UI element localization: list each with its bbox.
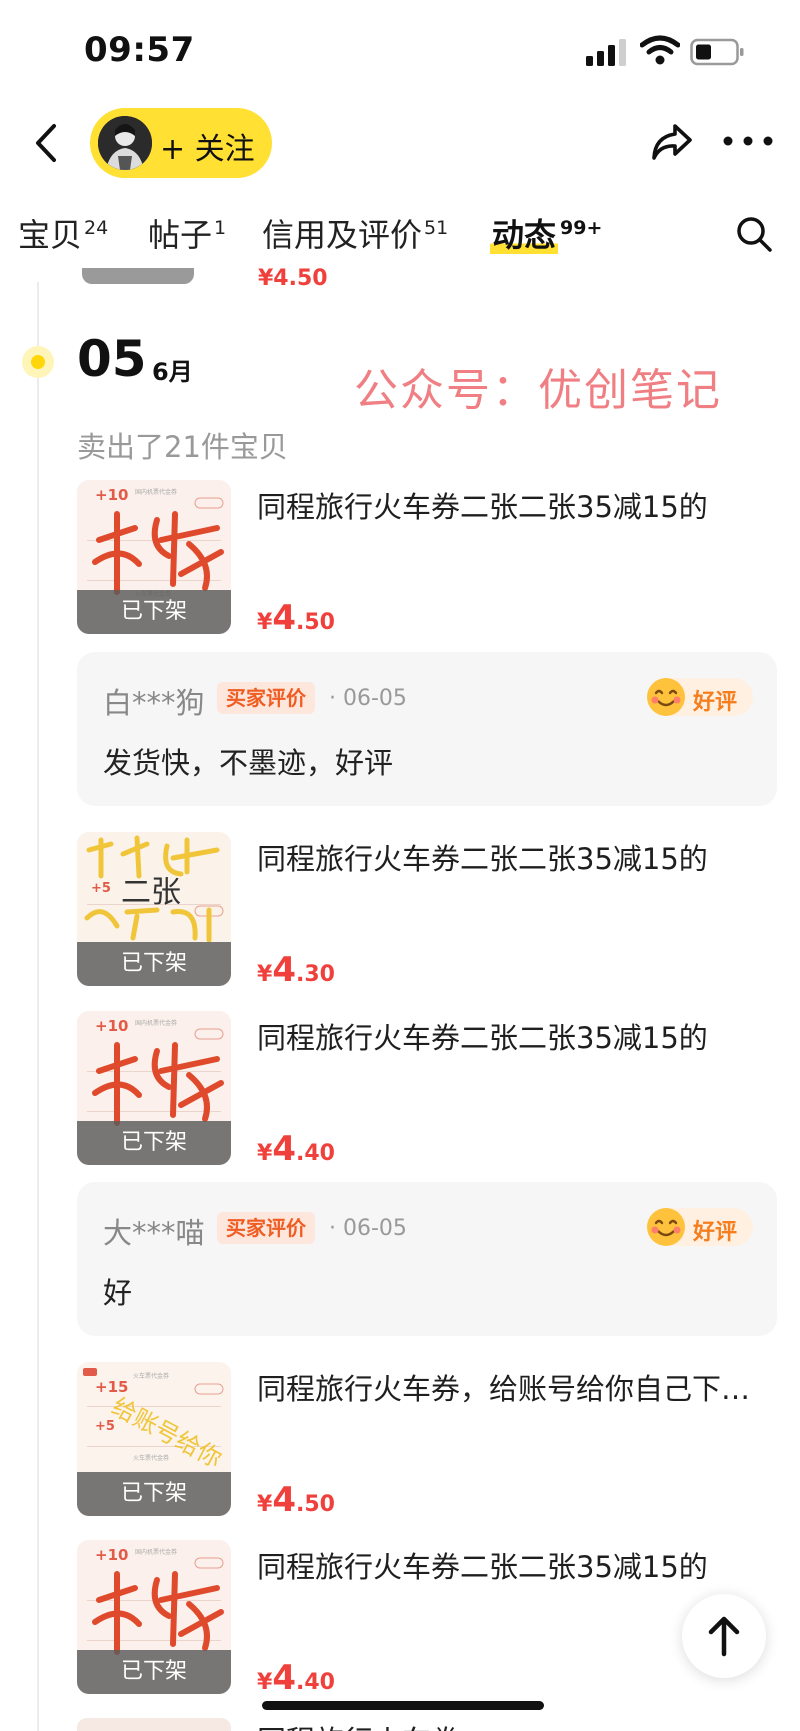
- product-item[interactable]: +10 国内机票代金券 已下架 同程旅行火车券二张二张35减15的 ¥4.40: [77, 1540, 767, 1698]
- product-item[interactable]: +15 火车票代金券 +5 火车票代金券 给账号给你 已下架 同程旅行火车券，给…: [77, 1362, 767, 1520]
- svg-text:+10: +10: [95, 1546, 128, 1564]
- product-price: ¥4.30: [257, 950, 335, 990]
- product-title: 同程旅行火车券二张二张35减15的: [257, 1550, 708, 1584]
- timeline-dot: [22, 346, 54, 378]
- product-item[interactable]: +10 国内机票代金券 火车票代金券 已下架 同程旅行火车券二张二张35减15的…: [77, 480, 767, 638]
- delisted-label: 已下架: [77, 942, 231, 986]
- review-date: · 06-05: [329, 686, 407, 711]
- product-item[interactable]: +10 国内机票代金券 已下架 同程旅行火车券二张二张35减15的 ¥4.40: [77, 1011, 767, 1169]
- previous-item-thumbnail[interactable]: [82, 268, 194, 284]
- svg-text:国内机票代金券: 国内机票代金券: [135, 1019, 177, 1027]
- tab-label: 动态: [490, 216, 559, 254]
- home-indicator[interactable]: [262, 1701, 544, 1710]
- smile-emoji-icon: [647, 1208, 685, 1246]
- svg-text:国内机票代金券: 国内机票代金券: [135, 488, 177, 496]
- tab-activity[interactable]: 动态 99+: [490, 210, 602, 256]
- tab-label: 信用及评价: [262, 216, 423, 254]
- avatar[interactable]: [98, 116, 152, 170]
- date-month: 6月: [152, 358, 193, 386]
- status-bar: 09:57: [0, 0, 800, 100]
- clock-time: 09:57: [84, 30, 195, 70]
- rating-badge: 好评: [647, 1208, 753, 1246]
- svg-text:+10: +10: [95, 1017, 128, 1035]
- cellular-signal-icon: [586, 39, 626, 66]
- follow-button[interactable]: + 关注: [90, 108, 272, 178]
- delisted-label: 已下架: [77, 1121, 231, 1165]
- product-price: ¥4.50: [257, 1480, 335, 1520]
- tab-items[interactable]: 宝贝 24: [18, 210, 108, 256]
- svg-text:二张: 二张: [121, 875, 181, 910]
- watermark-text: 公众号：优创笔记: [354, 365, 722, 416]
- back-to-top-button[interactable]: [682, 1594, 766, 1678]
- svg-text:火车票代金券: 火车票代金券: [133, 1454, 169, 1462]
- buyer-review-badge: 买家评价: [217, 1212, 315, 1244]
- more-icon[interactable]: [722, 126, 774, 156]
- svg-text:+5: +5: [91, 881, 111, 896]
- svg-text:国内机票代金券: 国内机票代金券: [135, 1548, 177, 1556]
- product-price: ¥4.40: [257, 1658, 335, 1698]
- share-icon[interactable]: [648, 118, 696, 166]
- profile-tabs: 宝贝 24 帖子 1 信用及评价 51 动态 99+: [0, 196, 800, 266]
- svg-text:火车票代金券: 火车票代金券: [133, 1372, 169, 1380]
- date-day: 05: [77, 330, 147, 388]
- tab-count: 1: [214, 217, 227, 239]
- rating-text: 好评: [693, 1220, 738, 1245]
- tab-label: 帖子: [148, 216, 213, 254]
- review-text: 发货快，不墨迹，好评: [103, 746, 394, 780]
- next-item-thumbnail[interactable]: [77, 1718, 231, 1731]
- product-title: 同程旅行火车券二张二张35减15的: [257, 842, 708, 876]
- rating-text: 好评: [693, 690, 738, 715]
- product-price: ¥4.40: [257, 1129, 335, 1169]
- search-icon[interactable]: [734, 214, 774, 254]
- review-card: 大***喵 买家评价 · 06-05 好评 好: [77, 1182, 777, 1336]
- product-title: 同程旅行火车券二张二张35减15的: [257, 490, 708, 524]
- avatar-image: [98, 116, 152, 170]
- reviewer-name: 大***喵: [103, 1216, 205, 1250]
- tab-count: 24: [84, 217, 109, 239]
- delisted-label: 已下架: [77, 1650, 231, 1694]
- previous-item-price: ¥4.50: [258, 266, 328, 286]
- product-price: ¥4.50: [257, 598, 335, 638]
- tab-label: 宝贝: [18, 216, 83, 254]
- product-thumbnail: +5 二张 已下架: [77, 832, 231, 986]
- tab-count: 99+: [560, 217, 603, 239]
- tab-credit-reviews[interactable]: 信用及评价 51: [262, 210, 448, 256]
- tab-posts[interactable]: 帖子 1: [148, 210, 226, 256]
- reviewer-name: 白***狗: [103, 686, 205, 720]
- product-title: 同程旅行火车券二张二张35减15的: [257, 1021, 708, 1055]
- sold-summary: 卖出了21件宝贝: [77, 430, 288, 464]
- back-icon[interactable]: [28, 118, 68, 168]
- delisted-label: 已下架: [77, 1472, 231, 1516]
- review-text: 好: [103, 1276, 133, 1310]
- timeline-line: [37, 282, 39, 1731]
- product-item[interactable]: +5 二张 已下架 同程旅行火车券二张二张35减15的 ¥4.30: [77, 832, 767, 990]
- product-thumbnail: +10 国内机票代金券 火车票代金券 已下架: [77, 480, 231, 634]
- delisted-label: 已下架: [77, 590, 231, 634]
- product-thumbnail: +10 国内机票代金券 已下架: [77, 1011, 231, 1165]
- review-card: 白***狗 买家评价 · 06-05 好评 发货快，不墨迹，好评: [77, 652, 777, 806]
- review-date: · 06-05: [329, 1216, 407, 1241]
- svg-text:+10: +10: [95, 486, 128, 504]
- battery-icon: [690, 38, 744, 66]
- product-thumbnail: +10 国内机票代金券 已下架: [77, 1540, 231, 1694]
- follow-label: + 关注: [160, 132, 255, 167]
- next-item-title[interactable]: 同程旅行火车券: [257, 1718, 557, 1731]
- product-title: 同程旅行火车券，给账号给你自己下…: [257, 1372, 751, 1406]
- seller-header: + 关注: [0, 100, 800, 190]
- wifi-icon: [640, 35, 680, 65]
- svg-text:+5: +5: [95, 1419, 115, 1434]
- smile-emoji-icon: [647, 678, 685, 716]
- rating-badge: 好评: [647, 678, 753, 716]
- tab-count: 51: [424, 217, 449, 239]
- product-thumbnail: +15 火车票代金券 +5 火车票代金券 给账号给你 已下架: [77, 1362, 231, 1516]
- buyer-review-badge: 买家评价: [217, 682, 315, 714]
- arrow-up-icon: [708, 1616, 740, 1657]
